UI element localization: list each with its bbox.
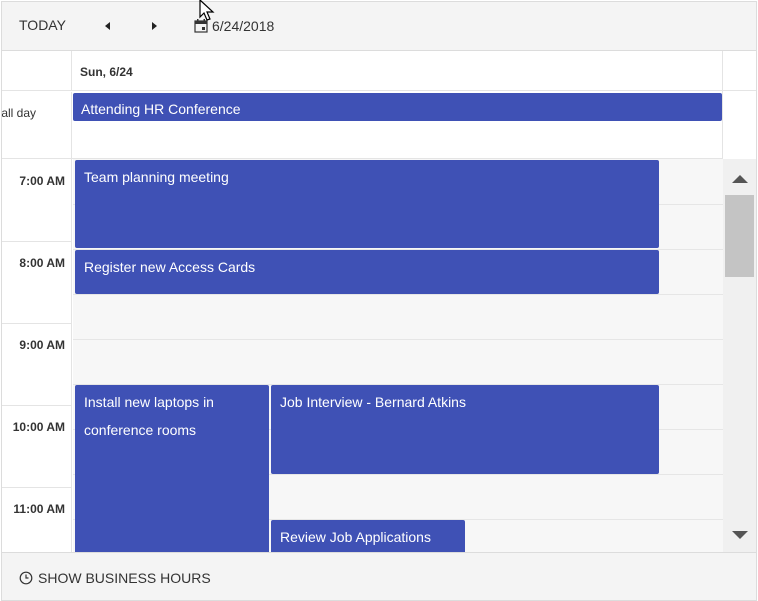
time-label: 11:00 AM — [13, 502, 65, 516]
event-title: Job Interview - Bernard Atkins — [280, 394, 466, 410]
previous-button[interactable] — [97, 16, 117, 36]
all-day-gutter — [2, 92, 72, 159]
time-label: 10:00 AM — [12, 420, 65, 434]
time-label: 7:00 AM — [19, 174, 65, 188]
event-title: Review Job Applications — [280, 529, 431, 545]
event-review-applications[interactable]: Review Job Applications — [271, 520, 465, 552]
time-label: 9:00 AM — [19, 338, 65, 352]
clock-icon — [19, 571, 33, 585]
next-button[interactable] — [144, 16, 164, 36]
scroll-thumb[interactable] — [725, 195, 754, 277]
header-scroll-spacer — [722, 51, 756, 159]
date-display: 6/24/2018 — [212, 18, 275, 34]
slot-divider — [73, 294, 723, 295]
gutter-divider — [2, 487, 72, 488]
event-title-line2: conference rooms — [84, 422, 197, 438]
show-business-hours-button[interactable]: SHOW BUSINESS HOURS — [19, 570, 211, 586]
day-header: Sun, 6/24 — [80, 65, 133, 79]
gutter-divider — [2, 405, 72, 406]
event-title: Register new Access Cards — [84, 259, 256, 275]
event-title-line1: Install new laptops in — [84, 394, 214, 410]
event-install-laptops[interactable]: Install new laptops in conference rooms — [75, 385, 269, 552]
day-column[interactable]: Team planning meeting Register new Acces… — [73, 159, 723, 552]
mouse-cursor-icon — [199, 0, 215, 21]
time-gutter: 7:00 AM 8:00 AM 9:00 AM 10:00 AM 11:00 A… — [2, 159, 72, 552]
time-label: 8:00 AM — [19, 256, 65, 270]
header-gutter — [2, 51, 72, 91]
all-day-row: all day Attending HR Conference — [1, 92, 722, 159]
time-grid[interactable]: 7:00 AM 8:00 AM 9:00 AM 10:00 AM 11:00 A… — [2, 159, 756, 552]
scroll-up-icon[interactable] — [732, 175, 748, 183]
scroll-down-icon[interactable] — [732, 531, 748, 539]
today-button[interactable]: TODAY — [19, 17, 66, 33]
chevron-left-icon — [104, 22, 110, 30]
gutter-divider — [2, 241, 72, 242]
all-day-label: all day — [1, 106, 36, 120]
footer: SHOW BUSINESS HOURS — [2, 552, 756, 600]
day-header-row: Sun, 6/24 — [2, 51, 756, 159]
event-title: Team planning meeting — [84, 169, 229, 185]
slot-divider — [73, 339, 723, 340]
chevron-right-icon — [151, 22, 157, 30]
business-hours-label: SHOW BUSINESS HOURS — [38, 570, 211, 586]
event-team-planning[interactable]: Team planning meeting — [75, 160, 659, 248]
vertical-scrollbar[interactable] — [723, 159, 756, 552]
event-access-cards[interactable]: Register new Access Cards — [75, 250, 659, 294]
gutter-divider — [2, 323, 72, 324]
toolbar: TODAY 6/24/2018 — [2, 0, 756, 51]
event-job-interview[interactable]: Job Interview - Bernard Atkins — [271, 385, 659, 474]
all-day-event[interactable]: Attending HR Conference — [73, 93, 722, 121]
scheduler: TODAY 6/24/2018 Sun, 6/24 all day Attend… — [1, 0, 757, 601]
